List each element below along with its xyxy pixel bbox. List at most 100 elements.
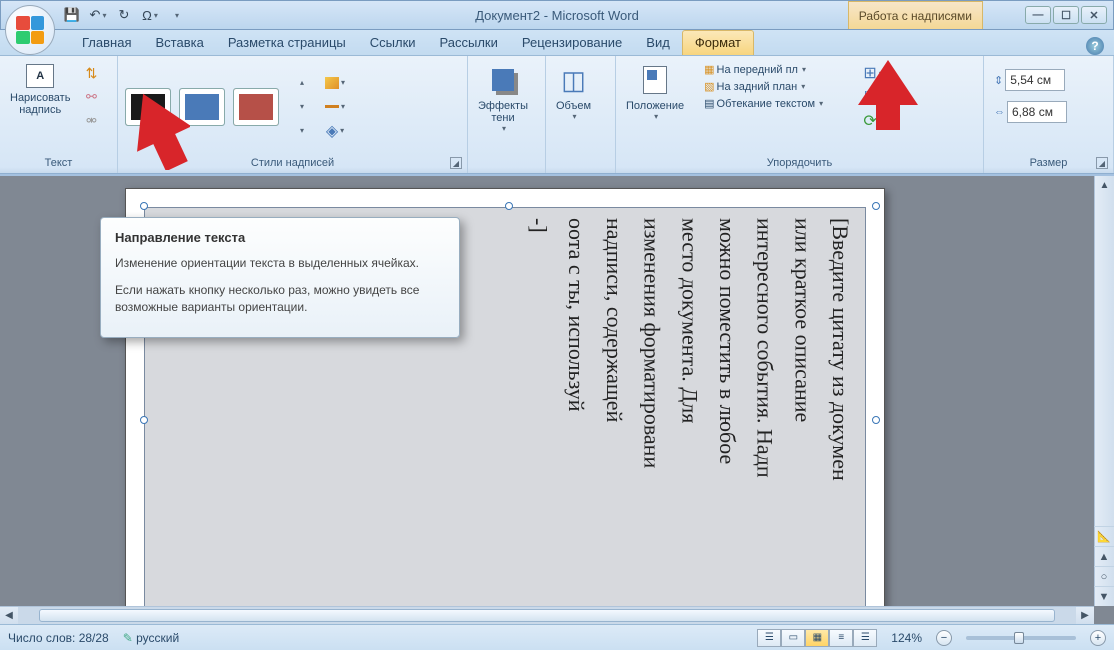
- position-button[interactable]: Положение▾: [620, 60, 690, 125]
- annotation-arrow-2: [858, 60, 918, 130]
- office-logo-icon: [16, 16, 44, 44]
- tab-format[interactable]: Формат: [682, 30, 754, 55]
- break-link-icon: ⚮: [86, 113, 97, 129]
- tab-mailings[interactable]: Рассылки: [428, 31, 510, 55]
- tab-references[interactable]: Ссылки: [358, 31, 428, 55]
- tab-home[interactable]: Главная: [70, 31, 143, 55]
- maximize-button[interactable]: ☐: [1053, 6, 1079, 24]
- prev-page[interactable]: ▲: [1094, 546, 1114, 566]
- resize-handle[interactable]: [872, 416, 880, 424]
- bring-to-front-button[interactable]: ▦На передний пл▾: [700, 62, 856, 77]
- text-direction-icon: ⇅: [86, 65, 98, 82]
- height-icon: ⇕: [994, 74, 1003, 87]
- shadow-icon: [487, 64, 519, 96]
- contextual-tab-title: Работа с надписями: [848, 1, 983, 29]
- resize-handle[interactable]: [505, 202, 513, 210]
- save-icon: 💾: [64, 7, 80, 23]
- gallery-more[interactable]: ▾: [290, 120, 312, 142]
- textbox-line: интересного события. Надп: [750, 218, 780, 616]
- styles-launcher[interactable]: ◢: [450, 157, 462, 169]
- browse-object[interactable]: ○: [1094, 566, 1114, 586]
- zoom-knob[interactable]: [1014, 632, 1024, 644]
- change-shape-button[interactable]: ◈▾: [324, 120, 346, 142]
- tab-page-layout[interactable]: Разметка страницы: [216, 31, 358, 55]
- scroll-up[interactable]: ▲: [1095, 176, 1114, 194]
- window-controls: — ☐ ✕: [1025, 6, 1107, 24]
- view-outline[interactable]: ≡: [829, 629, 853, 647]
- group-3d-label: [548, 167, 613, 171]
- break-link-button[interactable]: ⚮: [80, 110, 102, 132]
- scroll-right[interactable]: ▶: [1076, 610, 1094, 621]
- ruler-toggle[interactable]: 📐: [1094, 526, 1114, 546]
- draw-textbox-button[interactable]: A Нарисовать надпись: [4, 60, 76, 120]
- language-indicator[interactable]: ✎ русский: [123, 631, 179, 645]
- redo-icon: ↻: [119, 7, 130, 23]
- position-icon: [639, 64, 671, 96]
- next-page[interactable]: ▼: [1094, 586, 1114, 606]
- hscroll-thumb[interactable]: [39, 609, 1055, 622]
- tooltip-text-direction: Направление текста Изменение ориентации …: [100, 217, 460, 338]
- gallery-down[interactable]: ▾: [290, 96, 312, 118]
- resize-handle[interactable]: [140, 202, 148, 210]
- scroll-left[interactable]: ◀: [0, 610, 18, 621]
- group-size-label: Размер◢: [986, 155, 1111, 171]
- textbox-icon: A: [26, 64, 54, 88]
- style-preset-3[interactable]: [233, 88, 279, 126]
- office-button[interactable]: [5, 5, 55, 55]
- minimize-button[interactable]: —: [1025, 6, 1051, 24]
- window-title: Документ2 - Microsoft Word: [475, 8, 639, 23]
- close-button[interactable]: ✕: [1081, 6, 1107, 24]
- textbox-line: надписи, содержащей: [599, 218, 629, 616]
- omega-icon: Ω: [142, 8, 152, 23]
- zoom-out-button[interactable]: −: [936, 630, 952, 646]
- view-web-layout[interactable]: ▦: [805, 629, 829, 647]
- group-arrange-label: Упорядочить: [618, 155, 981, 171]
- shadow-effects-button[interactable]: Эффекты тени▾: [472, 60, 534, 137]
- send-to-back-button[interactable]: ▧На задний план▾: [700, 79, 856, 94]
- width-input[interactable]: [1007, 101, 1067, 123]
- create-link-button[interactable]: ⚯: [80, 86, 102, 108]
- group-arrange: Положение▾ ▦На передний пл▾ ▧На задний п…: [616, 56, 984, 173]
- view-full-screen[interactable]: ▭: [781, 629, 805, 647]
- help-icon[interactable]: ?: [1086, 37, 1104, 55]
- 3d-effects-button[interactable]: ◫ Объем▾: [550, 60, 597, 125]
- group-3d: ◫ Объем▾: [546, 56, 616, 173]
- resize-handle[interactable]: [140, 416, 148, 424]
- link-icon: ⚯: [86, 89, 97, 105]
- undo-button[interactable]: ↶▾: [87, 4, 109, 26]
- height-input[interactable]: [1005, 69, 1065, 91]
- size-launcher[interactable]: ◢: [1096, 157, 1108, 169]
- view-draft[interactable]: ☰: [853, 629, 877, 647]
- zoom-slider[interactable]: [966, 636, 1076, 640]
- width-row: ⇔: [990, 100, 1071, 124]
- tooltip-title: Направление текста: [115, 230, 445, 245]
- zoom-in-button[interactable]: +: [1090, 630, 1106, 646]
- width-icon: ⇔: [994, 106, 1005, 118]
- textbox-line: -]: [524, 218, 554, 616]
- symbol-button[interactable]: Ω▾: [139, 4, 161, 26]
- resize-handle[interactable]: [872, 202, 880, 210]
- text-direction-button[interactable]: ⇅: [80, 62, 102, 84]
- tab-review[interactable]: Рецензирование: [510, 31, 634, 55]
- horizontal-scrollbar[interactable]: ◀ ▶: [0, 606, 1094, 624]
- redo-button[interactable]: ↻: [113, 4, 135, 26]
- group-shadow: Эффекты тени▾: [468, 56, 546, 173]
- bring-front-icon: ▦: [704, 63, 714, 76]
- textbox-line: место документа. Для: [675, 218, 705, 616]
- qat-customize[interactable]: ▾: [165, 4, 187, 26]
- height-row: ⇕: [990, 68, 1071, 92]
- tab-insert[interactable]: Вставка: [143, 31, 215, 55]
- view-print-layout[interactable]: ☰: [757, 629, 781, 647]
- textbox-line: можно поместить в любое: [712, 218, 742, 616]
- text-wrapping-button[interactable]: ▤Обтекание текстом▾: [700, 96, 856, 111]
- word-count[interactable]: Число слов: 28/28: [8, 631, 109, 645]
- shape-fill-button[interactable]: ▾: [324, 72, 346, 94]
- textbox-line: или краткое описание: [788, 218, 818, 616]
- zoom-level[interactable]: 124%: [891, 631, 922, 645]
- tab-view[interactable]: Вид: [634, 31, 682, 55]
- quick-access-toolbar: 💾 ↶▾ ↻ Ω▾ ▾: [61, 1, 187, 29]
- gallery-up[interactable]: ▴: [290, 72, 312, 94]
- fill-icon: [325, 77, 339, 89]
- save-button[interactable]: 💾: [61, 4, 83, 26]
- shape-outline-button[interactable]: ▾: [324, 96, 346, 118]
